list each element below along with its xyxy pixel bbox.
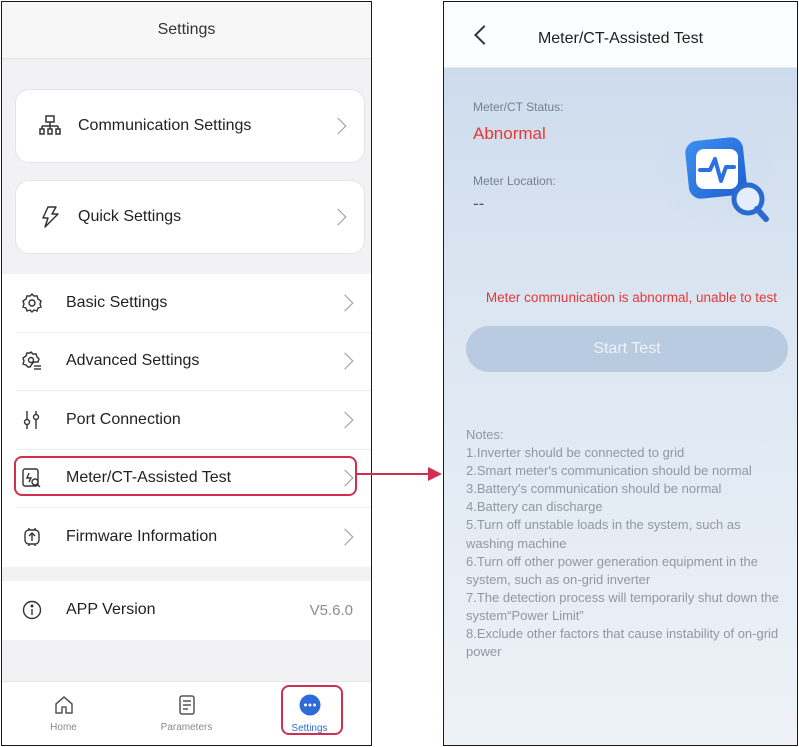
advanced-gear-icon — [16, 351, 52, 371]
home-icon — [54, 695, 74, 718]
port-connection-label: Port Connection — [66, 410, 181, 428]
notes-title: Notes: — [466, 427, 504, 442]
meter-status-label: Meter/CT Status: — [473, 100, 564, 114]
settings-header: Settings — [2, 2, 371, 59]
quick-settings-label: Quick Settings — [78, 208, 182, 225]
notes-section: Notes: 1.Inverter should be connected to… — [466, 426, 788, 661]
communication-settings-label: Communication Settings — [78, 117, 252, 134]
quick-settings-card[interactable]: Quick Settings — [15, 180, 365, 254]
meter-test-illustration-icon — [654, 105, 784, 242]
chevron-right-icon — [336, 528, 354, 546]
gear-icon — [16, 292, 52, 313]
tab-home[interactable]: Home — [2, 682, 125, 745]
firmware-information-item[interactable]: Firmware Information — [16, 508, 371, 567]
app-version-item[interactable]: APP Version V5.6.0 — [16, 581, 371, 640]
tab-home-label: Home — [50, 721, 77, 733]
settings-screen: Settings Communication Settings Quick Se… — [1, 1, 372, 746]
note-item: 3.Battery's communication should be norm… — [466, 481, 722, 497]
page-title: Settings — [157, 21, 216, 38]
app-version-value: V5.6.0 — [309, 601, 353, 619]
app-version-label: APP Version — [66, 601, 156, 619]
chevron-right-icon — [336, 294, 354, 312]
note-item: 8.Exclude other factors that cause insta… — [466, 626, 779, 660]
chevron-right-icon — [336, 352, 354, 370]
network-icon — [28, 115, 72, 137]
error-message: Meter communication is abnormal, unable … — [485, 290, 778, 305]
meter-location-label: Meter Location: — [473, 174, 556, 188]
meter-status-value: Abnormal — [473, 124, 546, 143]
document-icon — [178, 694, 196, 718]
communication-settings-card[interactable]: Communication Settings — [15, 89, 365, 163]
basic-settings-item[interactable]: Basic Settings — [16, 274, 371, 333]
chevron-right-icon — [336, 411, 354, 429]
chevron-right-icon — [329, 208, 347, 226]
page-title: Meter/CT-Assisted Test — [537, 30, 704, 47]
note-item: 1.Inverter should be connected to grid — [466, 445, 685, 461]
basic-settings-label: Basic Settings — [66, 293, 168, 311]
note-item: 7.The detection process will temporarily… — [466, 589, 779, 623]
port-icon — [16, 410, 52, 430]
note-item: 5.Turn off unstable loads in the system,… — [466, 517, 741, 551]
settings-group: Basic Settings Advanced Settings Port Co… — [2, 274, 371, 567]
connector-arrow-line — [357, 473, 437, 475]
tab-parameters[interactable]: Parameters — [125, 682, 248, 745]
start-test-button[interactable]: Start Test — [466, 326, 788, 372]
advanced-settings-item[interactable]: Advanced Settings — [16, 333, 371, 391]
chevron-right-icon — [329, 117, 347, 135]
meter-location-value: -- — [473, 194, 485, 213]
firmware-information-label: Firmware Information — [66, 528, 218, 546]
info-icon — [16, 600, 52, 620]
tab-parameters-label: Parameters — [160, 721, 213, 733]
advanced-settings-label: Advanced Settings — [66, 352, 200, 370]
meter-test-highlight-box — [14, 456, 357, 496]
app-version-group: APP Version V5.6.0 — [2, 581, 371, 640]
meter-test-screen: Meter/CT-Assisted Test Meter/CT Status: … — [443, 1, 798, 746]
note-item: 2.Smart meter's communication should be … — [466, 463, 752, 479]
note-item: 4.Battery can discharge — [466, 499, 603, 515]
firmware-icon — [16, 527, 52, 547]
note-item: 6.Turn off other power generation equipm… — [466, 553, 758, 587]
port-connection-item[interactable]: Port Connection — [16, 391, 371, 450]
connector-arrowhead — [428, 467, 442, 481]
settings-tab-highlight-box — [281, 685, 343, 735]
lightning-icon — [28, 205, 72, 229]
